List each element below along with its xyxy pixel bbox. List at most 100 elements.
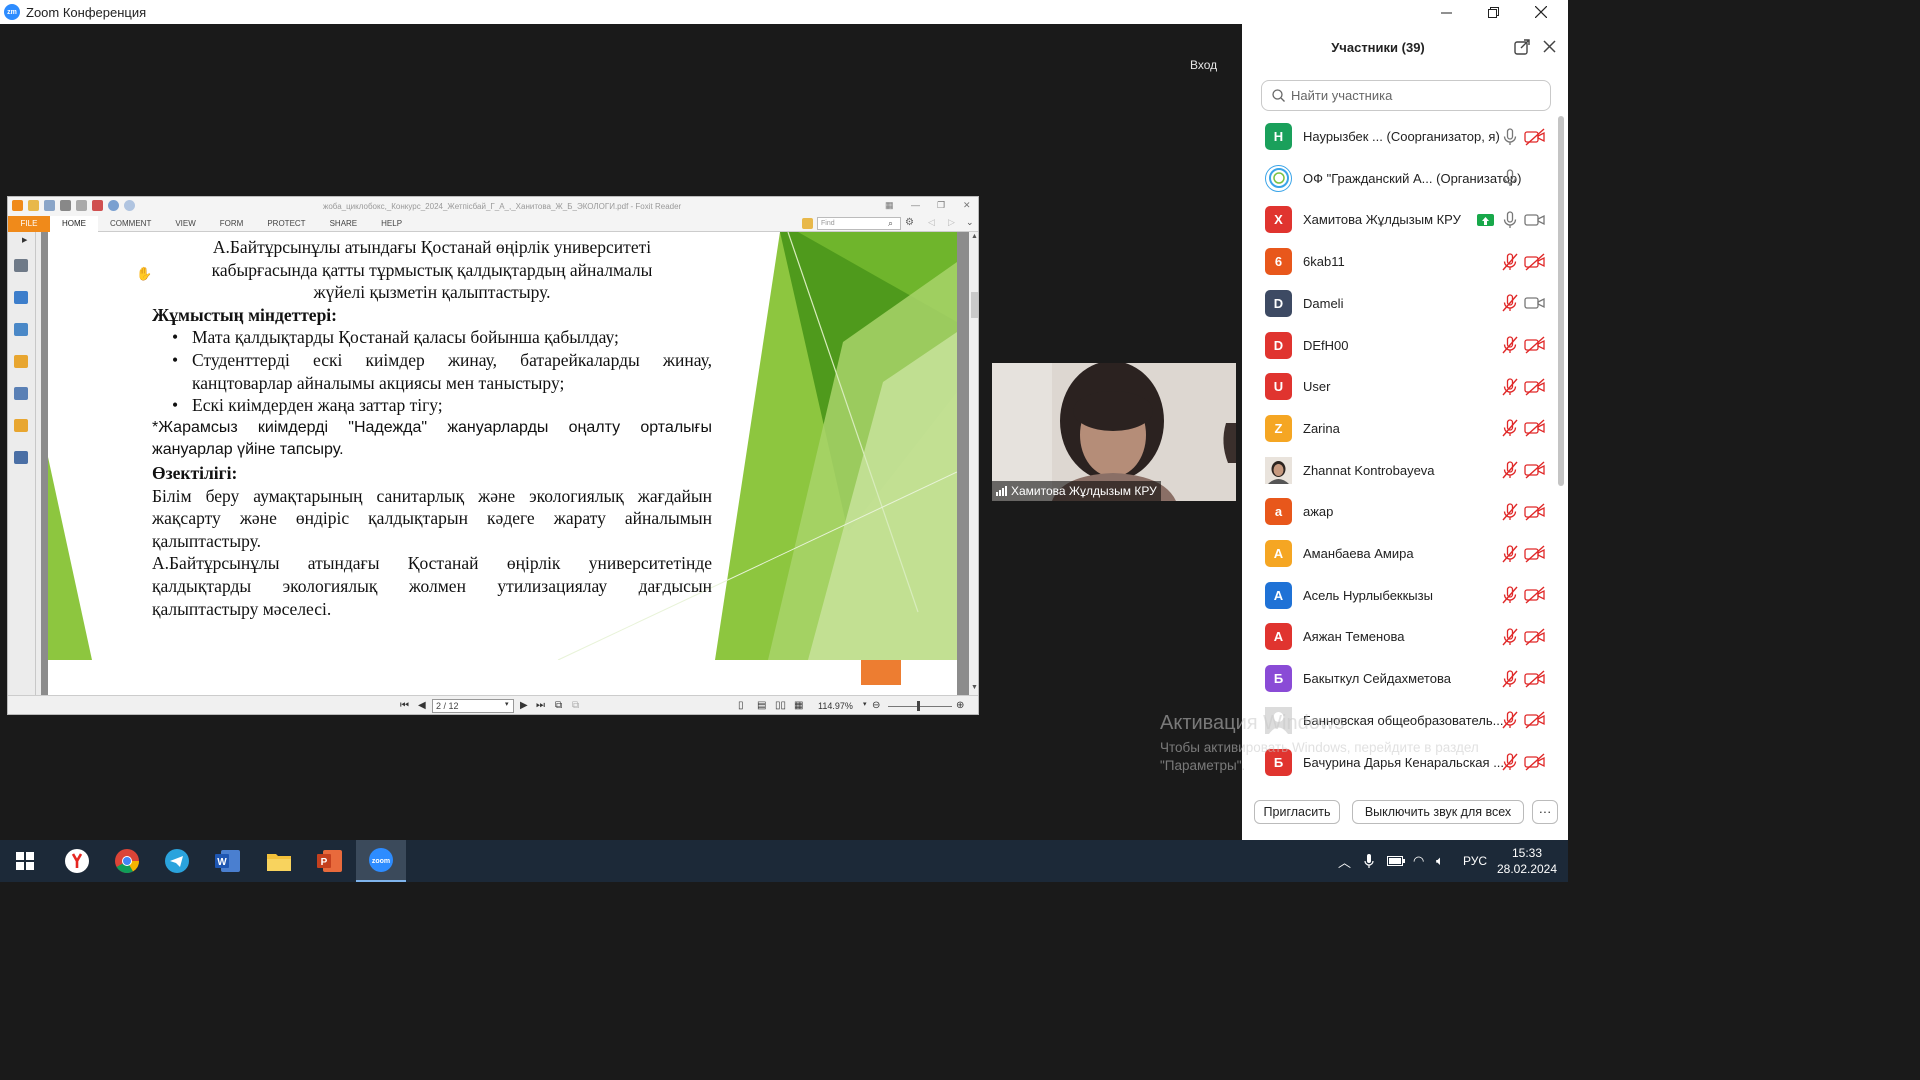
page-number-input[interactable]: 2 / 12: [432, 699, 514, 713]
microphone-muted-icon[interactable]: [1501, 586, 1519, 604]
page-dropdown-icon[interactable]: ▾: [505, 700, 509, 708]
facing-page-icon[interactable]: ▯▯: [775, 700, 786, 711]
redo-icon[interactable]: [124, 200, 135, 211]
participant-row[interactable]: Б Бакыткул Сейдахметова: [1242, 658, 1556, 699]
taskbar-file-explorer[interactable]: [254, 840, 304, 882]
attachments-icon[interactable]: [14, 387, 28, 400]
video-camera-off-icon[interactable]: [1524, 670, 1546, 688]
participant-row[interactable]: Банновская общеобразователь...: [1242, 700, 1556, 741]
video-camera-off-icon[interactable]: [1524, 461, 1546, 479]
bookmark-icon[interactable]: [14, 259, 28, 272]
pages-icon[interactable]: [14, 291, 28, 304]
video-camera-off-icon[interactable]: [1524, 378, 1546, 396]
scrollbar-thumb[interactable]: [971, 292, 978, 318]
microphone-muted-icon[interactable]: [1501, 503, 1519, 521]
next-view-icon[interactable]: ⧉: [572, 700, 579, 711]
video-camera-off-icon[interactable]: [1524, 336, 1546, 354]
participant-row[interactable]: А Асель Нурлыбеккызы: [1242, 575, 1556, 616]
microphone-muted-icon[interactable]: [1501, 628, 1519, 646]
video-camera-icon[interactable]: [1524, 294, 1546, 312]
scan-icon[interactable]: [76, 200, 87, 211]
document-scrollbar[interactable]: ▲ ▼: [969, 232, 978, 695]
video-camera-off-icon[interactable]: [1524, 253, 1546, 271]
close-button[interactable]: [1518, 0, 1564, 24]
zoom-in-icon[interactable]: ⊕: [956, 700, 964, 711]
taskbar-word[interactable]: W: [203, 840, 253, 882]
minimize-button[interactable]: [1423, 0, 1469, 24]
tab-protect[interactable]: PROTECT: [255, 219, 317, 228]
participant-row[interactable]: А Аманбаева Амира: [1242, 533, 1556, 574]
invite-button[interactable]: Пригласить: [1254, 800, 1340, 824]
mute-all-button[interactable]: Выключить звук для всех: [1352, 800, 1524, 824]
participant-row[interactable]: Zhannat Kontrobayeva: [1242, 450, 1556, 491]
tab-file[interactable]: FILE: [8, 215, 50, 232]
participant-row[interactable]: D DEfH00: [1242, 325, 1556, 366]
participant-list-scrollbar[interactable]: [1558, 116, 1564, 486]
microphone-icon[interactable]: [1501, 127, 1519, 146]
video-camera-off-icon[interactable]: [1524, 127, 1546, 146]
ribbon-collapse-icon[interactable]: ⌄: [966, 217, 974, 228]
taskbar-chrome[interactable]: [102, 840, 152, 882]
microphone-muted-icon[interactable]: [1501, 378, 1519, 396]
enter-button[interactable]: Вход: [1190, 58, 1217, 72]
comments-icon[interactable]: [14, 355, 28, 368]
microphone-muted-icon[interactable]: [1501, 461, 1519, 479]
document-view[interactable]: А.Байтұрсынұлы атындағы Қостанай өңірлік…: [41, 232, 969, 695]
create-pdf-icon[interactable]: [92, 200, 103, 211]
scroll-up-icon[interactable]: ▲: [971, 233, 978, 240]
tab-help[interactable]: HELP: [369, 219, 414, 228]
continuous-page-icon[interactable]: ▤: [757, 700, 766, 711]
taskbar-yandex-browser[interactable]: [52, 840, 102, 882]
scroll-down-icon[interactable]: ▼: [971, 684, 978, 691]
search-icon[interactable]: ⌕: [888, 218, 893, 229]
popout-icon[interactable]: [1514, 39, 1530, 55]
undo-icon[interactable]: [108, 200, 119, 211]
participant-row[interactable]: U User: [1242, 366, 1556, 407]
taskbar-zoom[interactable]: zoom: [356, 840, 406, 882]
foxit-minimize-icon[interactable]: —: [911, 200, 920, 210]
zoom-level[interactable]: 114.97%: [818, 701, 853, 711]
video-camera-off-icon[interactable]: [1524, 419, 1546, 437]
battery-icon[interactable]: [1387, 840, 1405, 882]
participant-row[interactable]: 6 6kab11: [1242, 241, 1556, 282]
video-camera-off-icon[interactable]: [1524, 711, 1546, 729]
panel-expand-icon[interactable]: ▶: [22, 236, 27, 244]
video-camera-off-icon[interactable]: [1524, 503, 1546, 521]
signature-icon[interactable]: [14, 451, 28, 464]
video-camera-icon[interactable]: [1524, 211, 1546, 229]
participant-row[interactable]: Н Наурызбек ... (Соорганизатор, я): [1242, 116, 1556, 157]
video-camera-off-icon[interactable]: [1524, 544, 1546, 563]
volume-icon[interactable]: 🔈︎: [1436, 840, 1444, 882]
next-page-icon[interactable]: ▶: [520, 700, 528, 711]
microphone-muted-icon[interactable]: [1501, 753, 1519, 771]
find-folder-icon[interactable]: [802, 218, 813, 229]
open-icon[interactable]: [28, 200, 39, 211]
taskbar-powerpoint[interactable]: P: [305, 840, 355, 882]
tab-share[interactable]: SHARE: [318, 219, 370, 228]
participant-row[interactable]: Б Бачурина Дарья Кенаральская ...: [1242, 742, 1556, 783]
next-view-icon[interactable]: ▷: [948, 217, 955, 228]
restore-button[interactable]: [1470, 0, 1516, 24]
microphone-muted-icon[interactable]: [1501, 336, 1519, 354]
video-camera-off-icon[interactable]: [1524, 586, 1546, 604]
more-options-button[interactable]: ···: [1532, 800, 1558, 824]
continuous-facing-icon[interactable]: ▦: [794, 700, 803, 711]
microphone-tray-icon[interactable]: [1364, 840, 1374, 882]
previous-view-icon[interactable]: ⧉: [555, 700, 562, 711]
zoom-slider[interactable]: [888, 706, 952, 707]
zoom-dropdown-icon[interactable]: ▾: [863, 700, 867, 708]
shared-screen-foxit-reader[interactable]: жоба_циклобокс,_Конкурс_2024_Жетпісбай_Г…: [7, 196, 979, 715]
participant-row[interactable]: ОФ "Гражданский А... (Организатор): [1242, 158, 1556, 199]
start-button[interactable]: [0, 840, 50, 882]
zoom-out-icon[interactable]: ⊖: [872, 700, 880, 711]
last-page-icon[interactable]: ⏭: [536, 700, 545, 711]
tab-home[interactable]: HOME: [50, 215, 98, 232]
previous-page-icon[interactable]: ◀: [418, 700, 426, 711]
zoom-slider-handle[interactable]: [917, 701, 920, 711]
foxit-close-icon[interactable]: ✕: [963, 200, 971, 211]
layers-icon[interactable]: [14, 323, 28, 336]
save-icon[interactable]: [44, 200, 55, 211]
microphone-icon[interactable]: [1501, 211, 1519, 229]
microphone-muted-icon[interactable]: [1501, 252, 1519, 271]
video-camera-off-icon[interactable]: [1524, 753, 1546, 771]
